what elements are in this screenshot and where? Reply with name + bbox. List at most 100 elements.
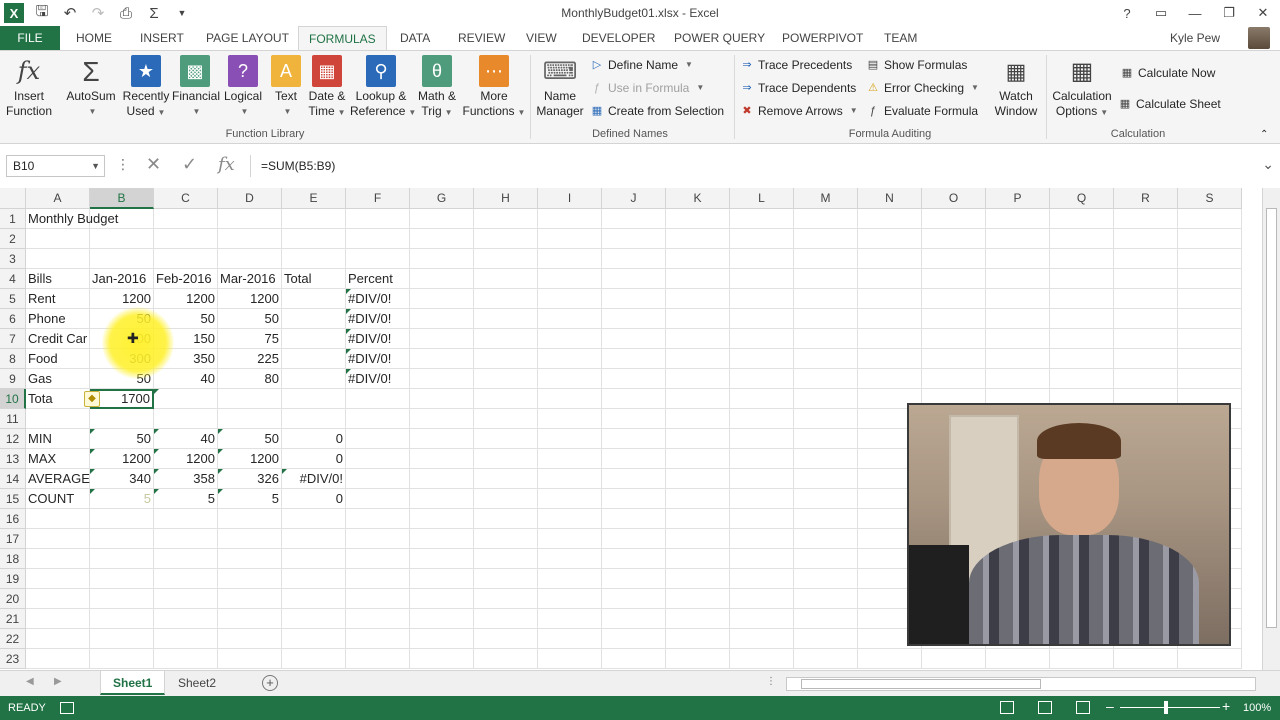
cell-a8[interactable]: Food bbox=[26, 349, 90, 369]
zoom-slider[interactable] bbox=[1120, 707, 1220, 708]
cell-l14[interactable] bbox=[730, 469, 794, 489]
cell-o2[interactable] bbox=[922, 229, 986, 249]
cell-c12[interactable]: 40 bbox=[154, 429, 218, 449]
cell-k1[interactable] bbox=[666, 209, 730, 229]
cell-e1[interactable] bbox=[282, 209, 346, 229]
cell-d11[interactable] bbox=[218, 409, 282, 429]
cell-m7[interactable] bbox=[794, 329, 858, 349]
cell-n23[interactable] bbox=[858, 649, 922, 669]
cell-l3[interactable] bbox=[730, 249, 794, 269]
cell-g13[interactable] bbox=[410, 449, 474, 469]
cell-r3[interactable] bbox=[1114, 249, 1178, 269]
cell-k11[interactable] bbox=[666, 409, 730, 429]
row-header-6[interactable]: 6 bbox=[0, 309, 26, 329]
cell-m23[interactable] bbox=[794, 649, 858, 669]
cell-p2[interactable] bbox=[986, 229, 1050, 249]
cell-k6[interactable] bbox=[666, 309, 730, 329]
cell-g14[interactable] bbox=[410, 469, 474, 489]
column-header-n[interactable]: N bbox=[858, 188, 922, 209]
ribbon-display-options-icon[interactable]: ▭ bbox=[1144, 0, 1178, 26]
cell-h23[interactable] bbox=[474, 649, 538, 669]
cell-h14[interactable] bbox=[474, 469, 538, 489]
formula-input[interactable]: =SUM(B5:B9) bbox=[250, 155, 1256, 177]
cell-r2[interactable] bbox=[1114, 229, 1178, 249]
cell-k5[interactable] bbox=[666, 289, 730, 309]
cell-h5[interactable] bbox=[474, 289, 538, 309]
cell-p4[interactable] bbox=[986, 269, 1050, 289]
cell-b3[interactable] bbox=[90, 249, 154, 269]
cell-d12[interactable]: 50 bbox=[218, 429, 282, 449]
cell-h16[interactable] bbox=[474, 509, 538, 529]
cell-d23[interactable] bbox=[218, 649, 282, 669]
cell-q5[interactable] bbox=[1050, 289, 1114, 309]
cell-c16[interactable] bbox=[154, 509, 218, 529]
zoom-out-icon[interactable]: – bbox=[1106, 698, 1114, 714]
cell-g23[interactable] bbox=[410, 649, 474, 669]
cell-b1[interactable] bbox=[90, 209, 154, 229]
cell-m15[interactable] bbox=[794, 489, 858, 509]
cell-h18[interactable] bbox=[474, 549, 538, 569]
cell-d19[interactable] bbox=[218, 569, 282, 589]
sum-icon[interactable]: Σ bbox=[140, 0, 168, 26]
cell-l10[interactable] bbox=[730, 389, 794, 409]
cell-p7[interactable] bbox=[986, 329, 1050, 349]
cell-g19[interactable] bbox=[410, 569, 474, 589]
cell-s6[interactable] bbox=[1178, 309, 1242, 329]
cell-n5[interactable] bbox=[858, 289, 922, 309]
column-header-p[interactable]: P bbox=[986, 188, 1050, 209]
column-header-e[interactable]: E bbox=[282, 188, 346, 209]
cell-e5[interactable] bbox=[282, 289, 346, 309]
cell-a20[interactable] bbox=[26, 589, 90, 609]
cell-c21[interactable] bbox=[154, 609, 218, 629]
sheet-tab-sheet1[interactable]: Sheet1 bbox=[100, 671, 166, 695]
cell-e18[interactable] bbox=[282, 549, 346, 569]
column-header-j[interactable]: J bbox=[602, 188, 666, 209]
cell-s23[interactable] bbox=[1178, 649, 1242, 669]
error-checking-button[interactable]: ⚠ Error Checking ▼ bbox=[866, 78, 979, 98]
cell-c11[interactable] bbox=[154, 409, 218, 429]
cell-b14[interactable]: 340 bbox=[90, 469, 154, 489]
cell-g17[interactable] bbox=[410, 529, 474, 549]
define-name-button[interactable]: ▷ Define Name ▼ bbox=[590, 55, 693, 75]
cell-d6[interactable]: 50 bbox=[218, 309, 282, 329]
cell-m11[interactable] bbox=[794, 409, 858, 429]
cell-b12[interactable]: 50 bbox=[90, 429, 154, 449]
normal-view-icon[interactable] bbox=[1000, 701, 1014, 714]
cell-l16[interactable] bbox=[730, 509, 794, 529]
tab-view[interactable]: VIEW bbox=[516, 26, 567, 50]
cell-e6[interactable] bbox=[282, 309, 346, 329]
cell-q6[interactable] bbox=[1050, 309, 1114, 329]
cell-b5[interactable]: 1200 bbox=[90, 289, 154, 309]
cell-c17[interactable] bbox=[154, 529, 218, 549]
cell-h8[interactable] bbox=[474, 349, 538, 369]
cell-i23[interactable] bbox=[538, 649, 602, 669]
cell-i21[interactable] bbox=[538, 609, 602, 629]
name-manager-button[interactable]: ⌨ Name Manager bbox=[536, 55, 584, 119]
cell-q2[interactable] bbox=[1050, 229, 1114, 249]
cell-d22[interactable] bbox=[218, 629, 282, 649]
cell-o1[interactable] bbox=[922, 209, 986, 229]
cell-h21[interactable] bbox=[474, 609, 538, 629]
tab-powerpivot[interactable]: POWERPIVOT bbox=[772, 26, 873, 50]
financial-button[interactable]: ▩ Financial ▼ bbox=[172, 55, 220, 119]
cell-m20[interactable] bbox=[794, 589, 858, 609]
cell-m21[interactable] bbox=[794, 609, 858, 629]
cell-k15[interactable] bbox=[666, 489, 730, 509]
customize-qat-icon[interactable]: ▼ bbox=[168, 0, 196, 26]
cell-g1[interactable] bbox=[410, 209, 474, 229]
row-header-1[interactable]: 1 bbox=[0, 209, 26, 229]
cell-b16[interactable] bbox=[90, 509, 154, 529]
cell-e7[interactable] bbox=[282, 329, 346, 349]
cell-f9[interactable]: #DIV/0! bbox=[346, 369, 410, 389]
cell-f10[interactable] bbox=[346, 389, 410, 409]
cell-b19[interactable] bbox=[90, 569, 154, 589]
cell-e8[interactable] bbox=[282, 349, 346, 369]
cell-b11[interactable] bbox=[90, 409, 154, 429]
cell-k21[interactable] bbox=[666, 609, 730, 629]
cell-g6[interactable] bbox=[410, 309, 474, 329]
user-name[interactable]: Kyle Pew bbox=[1170, 26, 1220, 50]
cell-j23[interactable] bbox=[602, 649, 666, 669]
cell-j17[interactable] bbox=[602, 529, 666, 549]
cell-d3[interactable] bbox=[218, 249, 282, 269]
cell-e16[interactable] bbox=[282, 509, 346, 529]
